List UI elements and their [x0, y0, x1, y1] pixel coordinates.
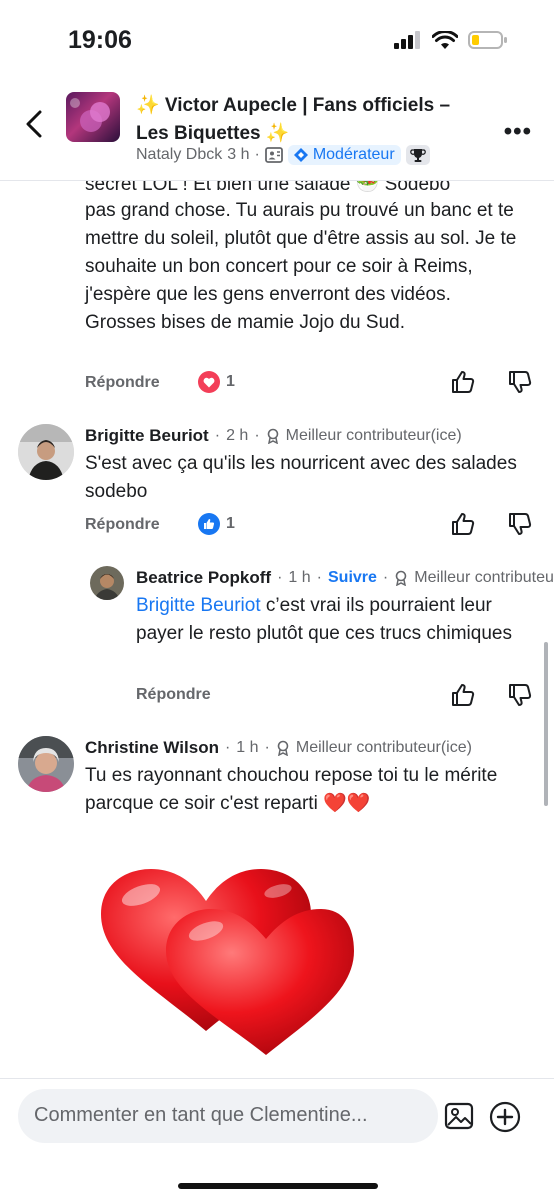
post-age: 3 h — [227, 146, 250, 163]
thumbs-down-icon[interactable] — [507, 682, 533, 708]
comment-header: Brigitte Beuriot · 2 h · Meilleur contri… — [85, 426, 462, 446]
status-bar: 19:06 — [0, 0, 554, 80]
battery-icon — [468, 31, 507, 49]
comment-text: S'est avec ça qu'ils les nourricent avec… — [85, 453, 517, 502]
status-icons — [394, 30, 508, 50]
post-meta: Nataly Dbck 3 h · Modérateur — [136, 145, 430, 165]
comment-input-placeholder: Commenter en tant que Clementine... — [34, 1104, 368, 1126]
group-title[interactable]: ✨ Victor Aupecle | Fans officiels – Les … — [136, 92, 476, 148]
thumbs-up-icon[interactable] — [450, 369, 476, 395]
more-options-button[interactable]: ••• — [504, 118, 532, 146]
comment-text: pas grand chose. Tu aurais pu trouvé un … — [85, 200, 517, 333]
trophy-icon — [405, 145, 430, 165]
top-contributor-icon — [267, 428, 278, 444]
signal-icon — [394, 31, 420, 49]
meta-separator: · — [254, 146, 260, 163]
group-thumbnail[interactable] — [66, 92, 120, 142]
home-indicator[interactable] — [178, 1183, 378, 1189]
reaction-number: 1 — [226, 515, 235, 532]
thumbs-down-icon[interactable] — [507, 369, 533, 395]
commenter-name[interactable]: Christine Wilson — [85, 738, 219, 758]
thumbs-up-icon[interactable] — [450, 682, 476, 708]
avatar-photo — [18, 736, 74, 792]
back-arrow-icon[interactable] — [20, 104, 50, 144]
comment-text: Tu es rayonnant chouchou repose toi tu l… — [85, 765, 498, 814]
comment-header: Beatrice Popkoff · 1 h · Suivre · Meille… — [136, 568, 554, 588]
moderator-label: Modérateur — [312, 146, 395, 163]
avatar[interactable] — [90, 566, 124, 600]
comment-age: 2 h — [226, 427, 249, 444]
comment-input[interactable]: Commenter en tant que Clementine... — [18, 1089, 438, 1143]
reaction-number: 1 — [226, 373, 235, 390]
photo-icon[interactable] — [444, 1101, 474, 1131]
follow-button[interactable]: Suivre — [328, 569, 377, 587]
top-contributor-icon — [277, 740, 289, 756]
status-time: 19:06 — [68, 26, 132, 54]
comment-age: 1 h — [236, 739, 259, 756]
contributor-badge: Meilleur contributeur(ice) — [295, 739, 472, 756]
commenter-name[interactable]: Beatrice Popkoff — [136, 568, 271, 588]
mention-link[interactable]: Brigitte Beuriot — [136, 595, 261, 616]
contributor-badge: Meilleur contributeur(ice) — [414, 569, 554, 586]
avatar[interactable] — [18, 424, 74, 480]
moderator-diamond-icon — [293, 148, 308, 162]
thumbs-up-icon[interactable] — [450, 511, 476, 537]
comment-composer: Commenter en tant que Clementine... — [0, 1078, 554, 1201]
reply-button[interactable]: Répondre — [85, 374, 160, 392]
like-reaction-icon — [198, 513, 220, 535]
love-reaction-icon — [198, 371, 220, 393]
author-name[interactable]: Nataly Dbck — [136, 146, 222, 164]
avatar-photo — [90, 566, 124, 600]
commenter-name[interactable]: Brigitte Beuriot — [85, 426, 209, 446]
comments-list[interactable]: secret LOL ! Et bien une salade 🥗 Sodebo… — [0, 181, 554, 1081]
avatar[interactable] — [18, 736, 74, 792]
reply-button[interactable]: Répondre — [136, 686, 211, 704]
reaction-count[interactable]: 1 — [198, 371, 235, 393]
contributor-badge: Meilleur contributeur(ice) — [285, 427, 462, 444]
top-contributor-icon — [395, 570, 407, 586]
comment-text: Brigitte Beuriot c’est vrai ils pourraie… — [136, 592, 516, 648]
thumbs-down-icon[interactable] — [507, 511, 533, 537]
wifi-icon — [432, 30, 458, 49]
scrollbar[interactable] — [544, 642, 548, 806]
comment-age: 1 h — [288, 569, 311, 586]
group-members-icon — [264, 147, 283, 163]
avatar-photo — [18, 424, 74, 480]
hearts-sticker-image[interactable] — [96, 869, 358, 1059]
reaction-count[interactable]: 1 — [198, 513, 235, 535]
comment-header: Christine Wilson · 1 h · Meilleur contri… — [85, 738, 472, 758]
add-icon[interactable] — [489, 1101, 521, 1133]
reply-button[interactable]: Répondre — [85, 516, 160, 534]
moderator-badge: Modérateur — [287, 145, 401, 165]
